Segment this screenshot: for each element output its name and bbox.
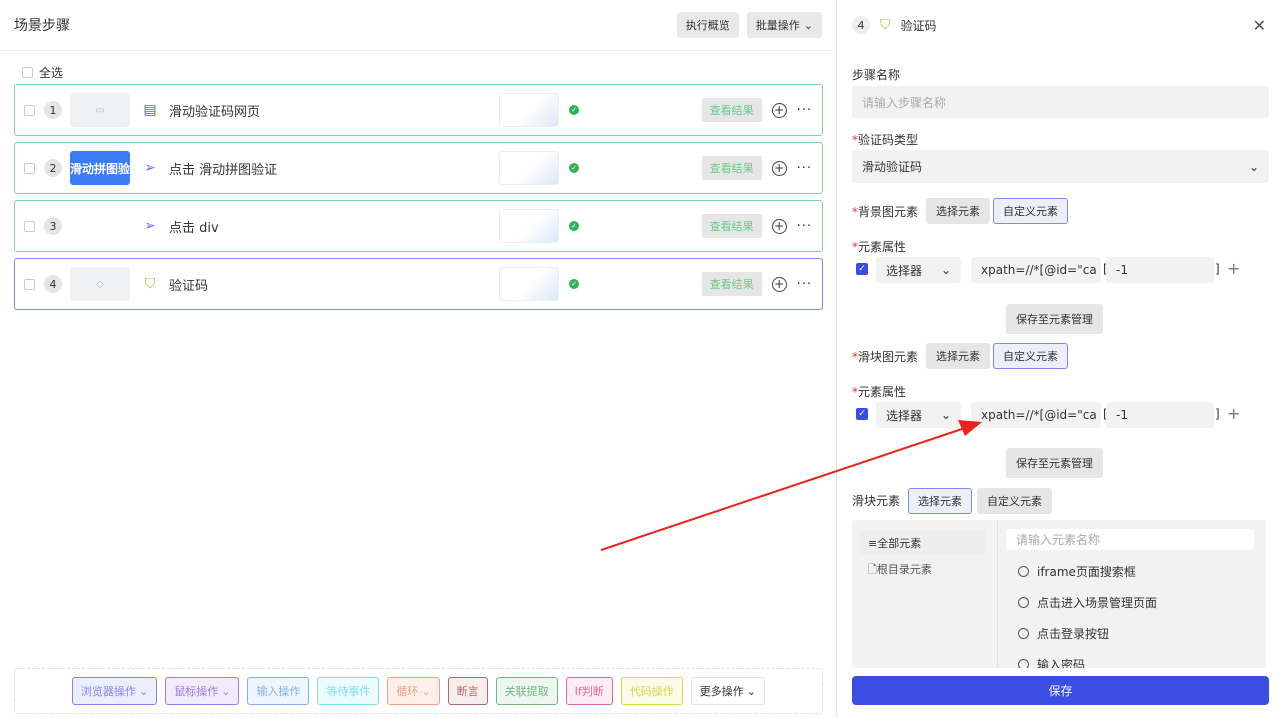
annotation-arrow: [600, 420, 982, 551]
